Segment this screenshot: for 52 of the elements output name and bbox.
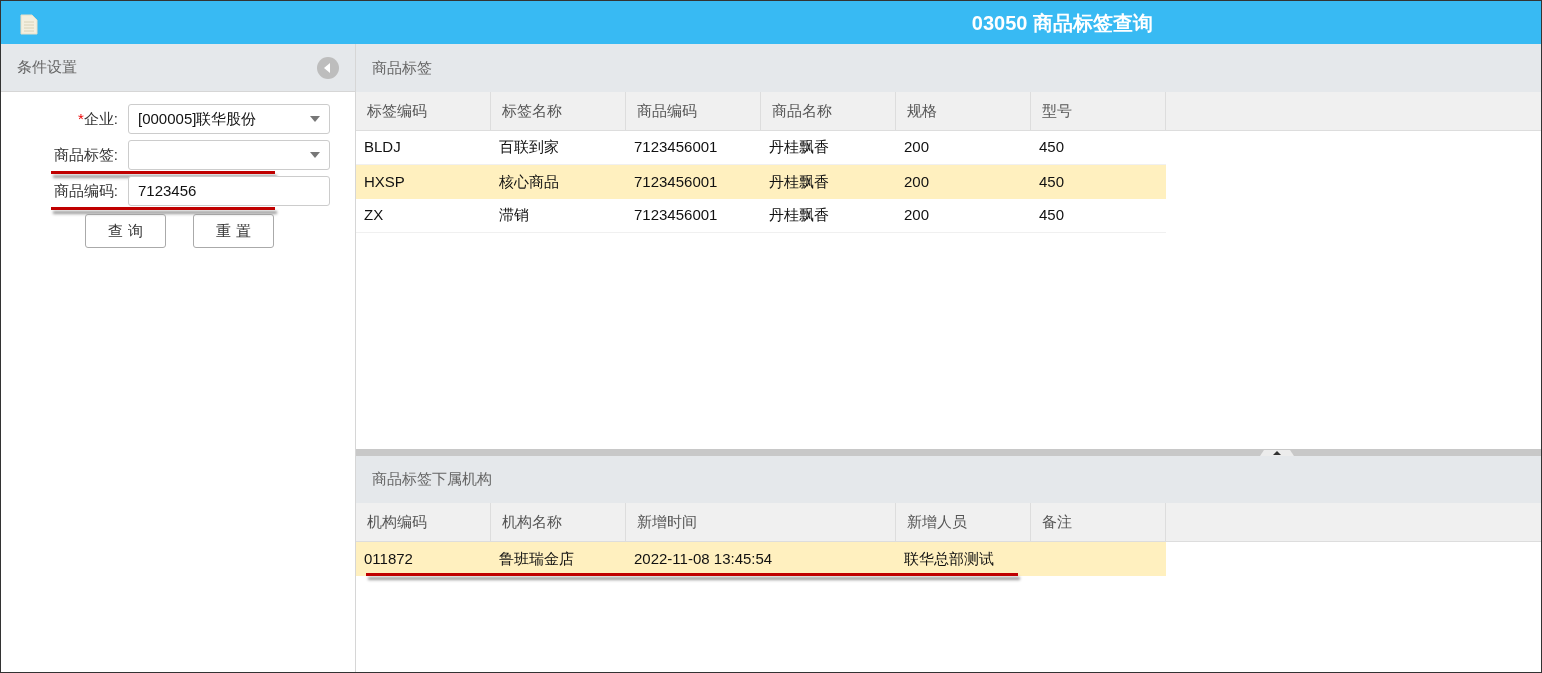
- table-cell-text: 011872: [364, 548, 413, 569]
- column-header[interactable]: 标签编码: [356, 92, 491, 130]
- column-header[interactable]: 商品编码: [626, 92, 761, 130]
- table-cell-text: BLDJ: [364, 137, 401, 158]
- table-cell-text: 丹桂飘香: [769, 137, 829, 158]
- dropdown[interactable]: [000005]联华股份: [128, 104, 330, 134]
- field-label: 商品标签:: [53, 144, 119, 165]
- action-button[interactable]: 查 询: [85, 214, 166, 248]
- table-cell-text: 鲁班瑞金店: [499, 548, 574, 569]
- window-title: 03050 商品标签查询: [971, 10, 1153, 36]
- table-row[interactable]: 011872 鲁班瑞金店 2022-11-08 13:45:54 联华总部测试: [356, 542, 1166, 576]
- table-cell-text: 7123456001: [634, 137, 718, 158]
- panel-title: 商品标签: [372, 57, 432, 78]
- table-cell-text: 核心商品: [499, 171, 559, 192]
- table-cell-text: 450: [1039, 205, 1065, 226]
- table-cell-text: 百联到家: [499, 137, 559, 158]
- column-header[interactable]: 机构名称: [491, 503, 626, 541]
- table-cell-text: 联华总部测试: [904, 548, 994, 569]
- column-header[interactable]: 商品名称: [761, 92, 896, 130]
- field-label: 商品编码:: [53, 180, 119, 201]
- action-button[interactable]: 重 置: [193, 214, 274, 248]
- panel-title: 商品标签下属机构: [372, 469, 492, 490]
- column-header[interactable]: 型号: [1031, 92, 1166, 130]
- column-header[interactable]: 备注: [1031, 503, 1166, 541]
- table-cell-text: 丹桂飘香: [769, 205, 829, 226]
- column-header[interactable]: 新增人员: [896, 503, 1031, 541]
- table-cell-text: 滞销: [499, 205, 529, 226]
- table-cell-text: ZX: [364, 205, 384, 226]
- panel-title: 条件设置: [17, 57, 77, 78]
- dropdown-arrow-icon: [310, 116, 320, 122]
- table-cell-text: 7123456001: [634, 205, 718, 226]
- table-cell-text: 450: [1039, 171, 1065, 192]
- table-cell-text: 200: [904, 171, 930, 192]
- input-field[interactable]: 7123456: [128, 176, 330, 206]
- table-cell-text: 200: [904, 137, 930, 158]
- field-label: 企业:: [83, 108, 119, 129]
- dropdown-arrow-icon: [310, 152, 320, 158]
- table-cell-text: 2022-11-08 13:45:54: [634, 548, 773, 569]
- column-header[interactable]: 标签名称: [491, 92, 626, 130]
- table-cell-text: HXSP: [364, 171, 405, 192]
- column-header[interactable]: 机构编码: [356, 503, 491, 541]
- required-mark: *: [78, 108, 84, 129]
- table-row[interactable]: HXSP 核心商品 7123456001 丹桂飘香 200 450: [356, 165, 1166, 199]
- dropdown[interactable]: [128, 140, 330, 170]
- table-cell-text: 450: [1039, 137, 1065, 158]
- table-cell-text: 7123456001: [634, 171, 718, 192]
- column-header[interactable]: 规格: [896, 92, 1031, 130]
- table-cell-text: 丹桂飘香: [769, 171, 829, 192]
- column-header[interactable]: 新增时间: [626, 503, 896, 541]
- table-cell-text: 200: [904, 205, 930, 226]
- document-icon: [20, 14, 38, 35]
- collapse-icon[interactable]: [317, 56, 339, 79]
